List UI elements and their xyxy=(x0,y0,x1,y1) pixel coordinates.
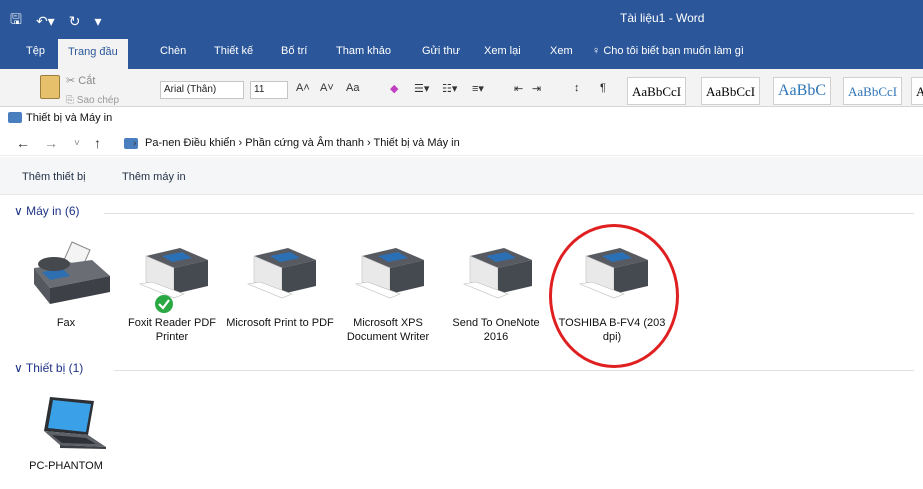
add-device-button[interactable]: Thêm thiết bị xyxy=(22,171,86,183)
style-heading1[interactable]: AaBbC xyxy=(773,77,831,105)
recent-locations-icon[interactable]: ˅ xyxy=(74,138,80,149)
printer-label: Microsoft Print to PDF xyxy=(226,317,334,329)
style-title[interactable]: A xyxy=(911,77,923,105)
group-divider xyxy=(104,213,914,214)
change-case-button[interactable]: Aa xyxy=(346,82,359,94)
paragraph-mark-icon[interactable]: ¶ xyxy=(600,82,606,94)
printer-item-fax[interactable]: Fax xyxy=(12,240,120,330)
printer-item-ms-xps[interactable]: Microsoft XPS Document Writer xyxy=(334,240,442,344)
tab-view[interactable]: Xem xyxy=(550,45,573,57)
explorer-title-bar: Thiết bị và Máy in xyxy=(0,107,923,129)
document-title: Tài liệu1 - Word xyxy=(620,11,705,25)
highlight-circle xyxy=(549,224,679,368)
cut-button[interactable]: ✂ Cắt xyxy=(66,74,95,87)
tab-review[interactable]: Xem lại xyxy=(484,45,521,57)
tab-design[interactable]: Thiết kế xyxy=(214,45,253,57)
font-size-box[interactable]: 11 xyxy=(250,81,288,99)
paste-icon[interactable] xyxy=(40,75,60,99)
redo-icon[interactable]: ↻ xyxy=(69,13,81,30)
grow-font-icon[interactable]: A˄ xyxy=(296,82,310,94)
numbering-icon[interactable]: ☷▾ xyxy=(442,82,457,95)
tab-insert[interactable]: Chèn xyxy=(160,45,186,57)
printer-item-foxit[interactable]: Foxit Reader PDF Printer xyxy=(118,240,226,344)
home-ribbon: ✂ Cắt ⎘ Sao chép Arial (Thân) 11 A˄ A˅ A… xyxy=(0,69,923,107)
increase-indent-icon[interactable]: ⇥ xyxy=(532,82,541,95)
fax-icon xyxy=(34,241,110,304)
lightbulb-icon: ♀ xyxy=(592,45,601,57)
copy-button[interactable]: ⎘ Sao chép xyxy=(66,95,119,106)
sort-icon[interactable]: ↕ xyxy=(574,82,580,94)
tab-file[interactable]: Tệp xyxy=(26,45,45,57)
crumb-separator-icon: › xyxy=(133,138,137,149)
printer-icon xyxy=(246,248,316,299)
font-name-box[interactable]: Arial (Thân) xyxy=(160,81,244,99)
group-divider xyxy=(114,370,914,371)
group-title: ∨ Thiết bị (1) xyxy=(14,361,84,375)
tab-mailings[interactable]: Gửi thư xyxy=(422,45,460,57)
tab-layout[interactable]: Bố trí xyxy=(281,45,307,57)
chevron-down-icon: ∨ xyxy=(14,204,23,218)
style-no-spacing[interactable]: AaBbCcI xyxy=(701,77,761,105)
printer-icon xyxy=(354,248,424,299)
printer-item-ms-pdf[interactable]: Microsoft Print to PDF xyxy=(226,240,334,330)
device-item-pc-phantom[interactable]: PC-PHANTOM xyxy=(12,393,120,473)
group-title: ∨ Máy in (6) xyxy=(14,204,80,218)
shrink-font-icon[interactable]: A˅ xyxy=(320,82,334,94)
back-icon[interactable]: ← xyxy=(16,135,30,151)
printer-label: Foxit Reader PDF Printer xyxy=(127,317,217,343)
tell-me-box[interactable]: ♀ Cho tôi biết bạn muốn làm gì xyxy=(592,45,744,57)
tell-me-text: Cho tôi biết bạn muốn làm gì xyxy=(603,45,744,57)
printers-group-header[interactable]: ∨ Máy in (6) xyxy=(14,202,914,222)
printer-label: Microsoft XPS Document Writer xyxy=(346,317,430,343)
printer-label: Fax xyxy=(56,317,76,329)
breadcrumb[interactable]: Pa-nen Điều khiển › Phần cứng và Âm than… xyxy=(145,137,460,149)
forward-icon[interactable]: → xyxy=(44,135,58,151)
quick-access-toolbar: 🖫 ↶▾ ↻ ▾ xyxy=(10,9,101,33)
printer-item-onenote[interactable]: Send To OneNote 2016 xyxy=(442,240,550,344)
devices-printers-icon xyxy=(8,112,22,123)
explorer-window-title: Thiết bị và Máy in xyxy=(26,112,113,124)
add-printer-button[interactable]: Thêm máy in xyxy=(122,171,186,183)
word-ribbon-tabs: Tệp Trang đầu Chèn Thiết kế Bố trí Tham … xyxy=(0,37,923,69)
undo-icon[interactable]: ↶▾ xyxy=(36,13,55,30)
tab-references[interactable]: Tham khảo xyxy=(336,45,391,57)
decrease-indent-icon[interactable]: ⇤ xyxy=(514,82,523,95)
command-bar: Thêm thiết bị Thêm máy in xyxy=(0,157,923,195)
style-normal[interactable]: AaBbCcI xyxy=(627,77,687,105)
bullets-icon[interactable]: ☰▾ xyxy=(414,82,429,95)
up-icon[interactable]: ↑ xyxy=(94,135,101,151)
devices-group-header[interactable]: ∨ Thiết bị (1) xyxy=(14,359,914,379)
address-bar: ← → ˅ ↑ › Pa-nen Điều khiển › Phần cứng … xyxy=(0,130,923,156)
save-icon[interactable]: 🖫 xyxy=(10,9,22,33)
customize-qat-icon[interactable]: ▾ xyxy=(94,13,101,30)
clear-format-icon[interactable]: ◆ xyxy=(390,82,398,95)
style-heading2[interactable]: AaBbCcI xyxy=(843,77,903,105)
tab-home[interactable]: Trang đầu xyxy=(58,39,128,69)
default-printer-check-icon xyxy=(155,295,173,313)
printer-icon xyxy=(462,248,532,299)
device-label: PC-PHANTOM xyxy=(29,460,103,472)
printer-label: Send To OneNote 2016 xyxy=(452,317,540,343)
multilevel-list-icon[interactable]: ≡▾ xyxy=(472,82,484,95)
chevron-down-icon: ∨ xyxy=(14,361,23,375)
word-title-bar: 🖫 ↶▾ ↻ ▾ Tài liệu1 - Word xyxy=(0,0,923,37)
laptop-icon xyxy=(44,397,106,449)
